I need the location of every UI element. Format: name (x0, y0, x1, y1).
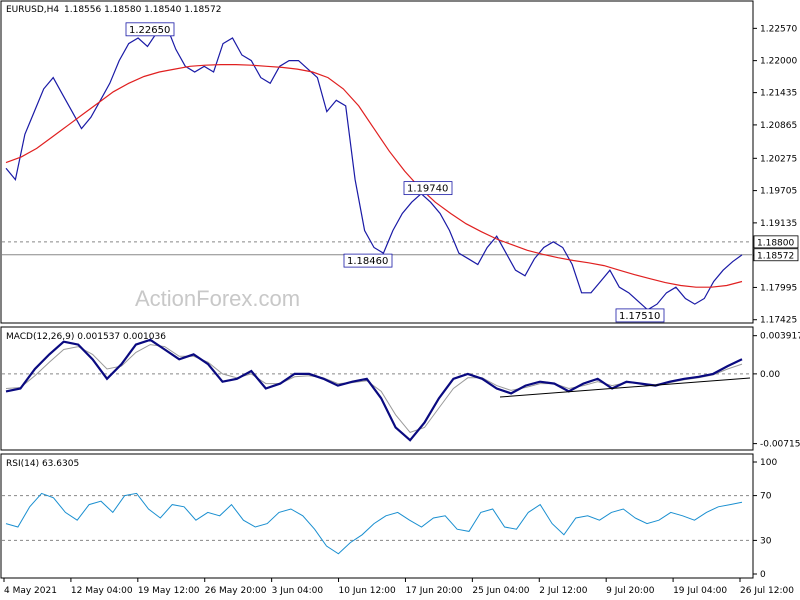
rsi-tick-label: 100 (760, 458, 777, 468)
annotation-text: 1.18460 (347, 256, 388, 267)
chart-background (0, 0, 800, 600)
macd-tick-label: -0.007152 (760, 440, 800, 450)
price-tick-label: 1.19705 (760, 187, 797, 197)
x-tick-label: 17 Jun 20:00 (405, 586, 462, 596)
chart-symbol: EURUSD,H4 (6, 5, 59, 15)
price-reference-label: 1.18800 (753, 235, 799, 248)
macd-tick-label: 0.00 (760, 370, 780, 380)
price-tick-label: 1.22000 (760, 57, 797, 67)
rsi-tick-label: 30 (760, 536, 772, 546)
price-tick-label: 1.21435 (760, 89, 797, 99)
forex-chart: EURUSD,H4 1.18556 1.18580 1.18540 1.1857… (0, 0, 800, 600)
price-reference-text: 1.18800 (757, 238, 794, 248)
x-tick-label: 19 May 12:00 (138, 586, 200, 596)
price-tick-label: 1.17995 (760, 283, 797, 293)
price-annotation: 1.19740 (403, 181, 453, 196)
x-tick-label: 26 Jul 12:00 (740, 586, 794, 596)
annotation-text: 1.19740 (407, 184, 448, 195)
watermark: ActionForex.com (135, 286, 300, 311)
price-annotation: 1.22650 (125, 22, 175, 37)
price-reference-text: 1.18572 (757, 251, 794, 261)
x-tick-label: 12 May 04:00 (71, 586, 133, 596)
price-tick-label: 1.17425 (760, 316, 797, 326)
rsi-tick-label: 70 (760, 492, 772, 502)
x-tick-label: 9 Jul 20:00 (606, 586, 655, 596)
macd-title: MACD(12,26,9) 0.001537 0.001036 (6, 332, 166, 342)
price-annotation: 1.17510 (615, 308, 665, 323)
annotation-text: 1.17510 (619, 311, 660, 322)
price-tick-label: 1.22570 (760, 24, 797, 34)
rsi-tick-label: 0 (760, 570, 766, 580)
price-annotation: 1.18460 (343, 253, 393, 268)
x-tick-label: 26 May 20:00 (205, 586, 267, 596)
price-tick-label: 1.20275 (760, 154, 797, 164)
chart-ohlc: 1.18556 1.18580 1.18540 1.18572 (64, 5, 221, 15)
x-tick-label: 19 Jul 04:00 (673, 586, 727, 596)
x-tick-label: 4 May 2021 (4, 586, 57, 596)
price-reference-label: 1.18572 (753, 248, 799, 261)
x-tick-label: 10 Jun 12:00 (339, 586, 396, 596)
rsi-title: RSI(14) 63.6305 (6, 459, 79, 469)
x-tick-label: 2 Jul 12:00 (539, 586, 588, 596)
macd-tick-label: 0.003917 (760, 332, 800, 342)
annotation-text: 1.22650 (129, 25, 170, 36)
x-tick-label: 3 Jun 04:00 (272, 586, 324, 596)
price-tick-label: 1.19135 (760, 219, 797, 229)
price-tick-label: 1.20865 (760, 121, 797, 131)
x-tick-label: 25 Jun 04:00 (472, 586, 529, 596)
